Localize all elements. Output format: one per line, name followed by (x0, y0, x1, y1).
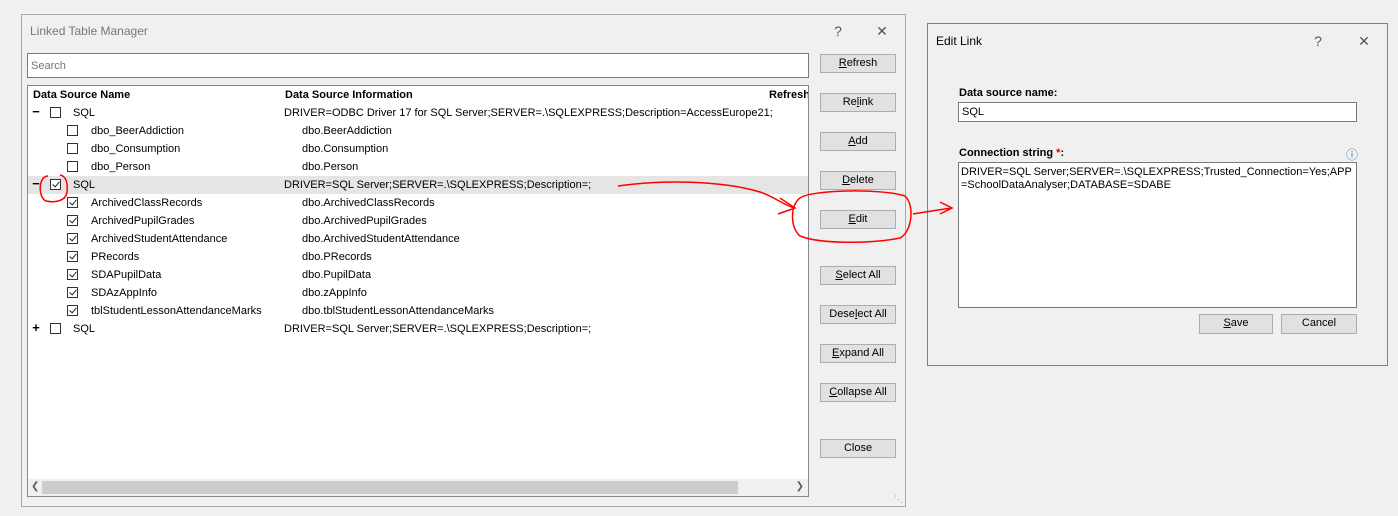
table-row[interactable]: + SQL DRIVER=SQL Server;SERVER=.\SQLEXPRES… (28, 320, 808, 338)
save-accel: S (1223, 317, 1231, 329)
table-row[interactable]: dbo_BeerAddiction dbo.BeerAddiction (28, 122, 808, 140)
column-refresh[interactable]: Refresh (769, 89, 808, 101)
table-row[interactable]: ArchivedStudentAttendance dbo.ArchivedStu… (28, 230, 808, 248)
data-source-info-cell: dbo.ArchivedStudentAttendance (302, 233, 460, 245)
data-source-name-cell: dbo_Person (91, 161, 151, 173)
cancel-button[interactable]: Cancel (1281, 314, 1357, 334)
row-checkbox[interactable] (67, 197, 78, 208)
collapse-icon[interactable]: − (31, 105, 41, 119)
data-source-name-cell: ArchivedPupilGrades (91, 215, 195, 227)
select-all-button[interactable]: Select All (820, 266, 896, 285)
connection-string-field[interactable]: DRIVER=SQL Server;SERVER=.\SQLEXPRESS;Tr… (958, 162, 1357, 308)
data-source-name-cell: ArchivedStudentAttendance (91, 233, 228, 245)
data-source-name-label: Data source name: (959, 87, 1058, 99)
close-icon[interactable]: ✕ (870, 21, 894, 41)
data-source-info-cell: DRIVER=SQL Server;SERVER=.\SQLEXPRESS;De… (284, 179, 592, 191)
data-source-name-cell: SDAPupilData (91, 269, 162, 281)
table-row[interactable]: dbo_Person dbo.Person (28, 158, 808, 176)
relink-button[interactable]: Relink (820, 93, 896, 112)
data-source-name-cell: SDAzAppInfo (91, 287, 158, 299)
row-checkbox[interactable] (50, 179, 61, 190)
table-row[interactable]: SDAzAppInfo dbo.zAppInfo (28, 284, 808, 302)
data-source-name-cell: dbo_BeerAddiction (91, 125, 184, 137)
data-source-name-cell: tblStudentLessonAttendanceMarks (91, 305, 262, 317)
info-icon[interactable]: ⓘ (1346, 146, 1358, 163)
edit-button[interactable]: Edit (820, 210, 896, 229)
expand-all-button[interactable]: Expand All (820, 344, 896, 363)
row-checkbox[interactable] (67, 233, 78, 244)
scroll-thumb[interactable] (42, 481, 738, 494)
column-data-source-name[interactable]: Data Source Name (33, 89, 130, 101)
horizontal-scrollbar[interactable]: ❮ ❯ (28, 479, 808, 496)
data-source-info-cell: DRIVER=SQL Server;SERVER=.\SQLEXPRESS;De… (284, 323, 592, 335)
data-source-name-cell: ArchivedClassRecords (91, 197, 203, 209)
linked-tables-tree: Data Source Name Data Source Information… (27, 85, 809, 497)
row-checkbox[interactable] (67, 143, 78, 154)
data-source-name-cell: SQL (73, 179, 96, 191)
data-source-info-cell: dbo.Person (302, 161, 359, 173)
edit-link-help-button[interactable]: ? (1306, 31, 1330, 51)
scroll-right-icon[interactable]: ❯ (796, 481, 804, 492)
dialog-title: Linked Table Manager (30, 24, 148, 38)
data-source-info-cell: dbo.BeerAddiction (302, 125, 392, 137)
row-checkbox[interactable] (67, 125, 78, 136)
table-row[interactable]: dbo_Consumption dbo.Consumption (28, 140, 808, 158)
data-source-name-field[interactable] (958, 102, 1357, 122)
data-source-info-cell: dbo.zAppInfo (302, 287, 367, 299)
data-source-info-cell: dbo.tblStudentLessonAttendanceMarks (302, 305, 495, 317)
table-row[interactable]: SDAPupilData dbo.PupilData (28, 266, 808, 284)
data-source-info-cell: DRIVER=ODBC Driver 17 for SQL Server;SER… (284, 107, 773, 119)
connection-string-label-text: Connection string (959, 147, 1054, 159)
label-colon: : (1060, 147, 1065, 159)
delete-button[interactable]: Delete (820, 171, 896, 190)
column-header: Data Source Name Data Source Information… (28, 86, 808, 104)
row-checkbox[interactable] (67, 269, 78, 280)
scroll-left-icon[interactable]: ❮ (31, 481, 39, 492)
collapse-all-button[interactable]: Collapse All (820, 383, 896, 402)
table-row[interactable]: − SQL DRIVER=ODBC Driver 17 for SQL Server… (28, 104, 808, 122)
connection-string-label: Connection string *: (959, 147, 1064, 159)
resize-grip-icon[interactable]: ⋱ (894, 494, 903, 505)
refresh-button[interactable]: Refresh (820, 54, 896, 73)
help-button[interactable]: ? (826, 21, 850, 41)
data-source-info-cell: dbo.Consumption (302, 143, 389, 155)
deselect-all-button[interactable]: Deselect All (820, 305, 896, 324)
data-source-name-cell: SQL (73, 107, 96, 119)
edit-link-title-bar: Edit Link ? ✕ (928, 24, 1387, 54)
row-checkbox[interactable] (67, 161, 78, 172)
data-source-name-cell: dbo_Consumption (91, 143, 181, 155)
table-row[interactable]: PRecords dbo.PRecords (28, 248, 808, 266)
collapse-icon[interactable]: − (31, 177, 41, 191)
data-source-name-cell: SQL (73, 323, 96, 335)
table-row[interactable]: − SQL DRIVER=SQL Server;SERVER=.\SQLEXPRES… (28, 176, 808, 194)
close-button[interactable]: Close (820, 439, 896, 458)
search-input[interactable] (27, 53, 809, 78)
title-bar: Linked Table Manager ? ✕ (22, 15, 905, 45)
save-button[interactable]: Save (1199, 314, 1273, 334)
row-checkbox[interactable] (67, 287, 78, 298)
add-button[interactable]: Add (820, 132, 896, 151)
data-source-info-cell: dbo.ArchivedClassRecords (302, 197, 435, 209)
edit-link-close-icon[interactable]: ✕ (1352, 31, 1376, 51)
row-checkbox[interactable] (50, 323, 61, 334)
data-source-info-cell: dbo.ArchivedPupilGrades (302, 215, 427, 227)
row-checkbox[interactable] (67, 251, 78, 262)
edit-link-title: Edit Link (936, 34, 983, 48)
data-source-info-cell: dbo.PupilData (302, 269, 372, 281)
table-row[interactable]: tblStudentLessonAttendanceMarks dbo.tblSt… (28, 302, 808, 320)
data-source-name-cell: PRecords (91, 251, 140, 263)
row-checkbox[interactable] (50, 107, 61, 118)
table-row[interactable]: ArchivedClassRecords dbo.ArchivedClassRec… (28, 194, 808, 212)
row-checkbox[interactable] (67, 215, 78, 226)
table-row[interactable]: ArchivedPupilGrades dbo.ArchivedPupilGrad… (28, 212, 808, 230)
expand-icon[interactable]: + (31, 321, 41, 335)
data-source-info-cell: dbo.PRecords (302, 251, 372, 263)
column-data-source-info[interactable]: Data Source Information (285, 89, 413, 101)
row-checkbox[interactable] (67, 305, 78, 316)
